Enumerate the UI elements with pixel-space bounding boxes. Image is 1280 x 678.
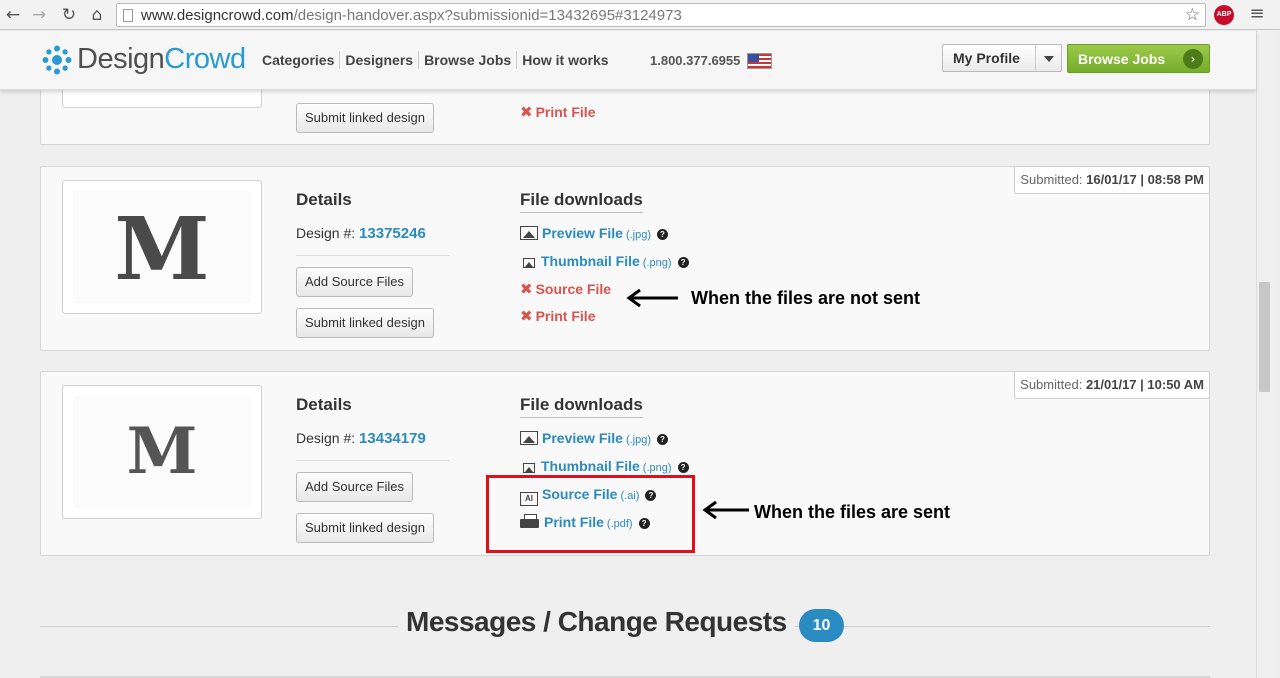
details-heading: Details [296,395,352,414]
add-source-files-button[interactable]: Add Source Files [296,472,413,502]
forward-icon[interactable]: → [28,4,50,26]
x-icon: ✖ [520,307,533,325]
help-icon[interactable]: ? [677,462,689,473]
adblock-icon[interactable]: ABP [1214,5,1234,25]
print-file-missing: ✖ Print File [520,103,596,121]
source-file-missing: ✖ Source File [520,280,612,298]
messages-count-badge: 10 [799,609,844,642]
back-icon[interactable]: ← [2,4,24,26]
image-icon [520,226,538,240]
us-flag-icon[interactable] [747,53,772,69]
thumbnail-file-link[interactable]: Thumbnail File (.png)? [520,458,689,474]
print-file-missing: ✖ Print File [520,307,596,325]
url-text: www.designcrowd.com/design-handover.aspx… [141,7,682,24]
nav-how-it-works[interactable]: How it works [517,51,613,69]
site-header: DesignCrowd Categories Designers Browse … [0,31,1256,90]
preview-file-link[interactable]: Preview File (.jpg)? [520,225,668,241]
nav-designers[interactable]: Designers [340,51,420,69]
help-icon[interactable]: ? [657,229,668,240]
design-number-link[interactable]: 13434179 [359,430,426,447]
annotation-not-sent: When the files are not sent [691,288,921,308]
logo-mark-icon [42,45,72,75]
divider [296,460,450,461]
help-icon[interactable]: ? [657,434,668,445]
browser-toolbar: ← → ↻ ⌂ www.designcrowd.com/design-hando… [0,0,1280,30]
home-icon[interactable]: ⌂ [86,4,108,26]
image-icon [520,431,538,445]
submit-linked-design-button[interactable]: Submit linked design [296,103,434,133]
divider [296,255,450,256]
preview-file-link[interactable]: Preview File (.jpg)? [520,430,668,446]
nav-categories[interactable]: Categories [257,51,341,69]
page-icon [123,9,133,22]
browser-menu-icon[interactable]: ≡ [1248,5,1266,23]
details-heading: Details [296,190,352,209]
thumbnail-file-link[interactable]: Thumbnail File (.png)? [520,253,689,269]
nav-browse-jobs[interactable]: Browse Jobs [419,51,518,69]
design-thumbnail[interactable]: M [62,385,262,519]
reload-icon[interactable]: ↻ [58,4,80,26]
bookmark-star-icon[interactable]: ☆ [1185,5,1200,25]
help-icon[interactable]: ? [677,257,689,268]
image-small-icon [523,258,535,268]
browse-jobs-button[interactable]: Browse Jobs › [1067,44,1210,73]
design-number-link[interactable]: 13375246 [359,225,426,242]
design-number-line: Design #: 13375246 [296,225,426,242]
main-nav: Categories Designers Browse Jobs How it … [257,51,614,69]
image-small-icon [523,463,535,473]
scrollbar-thumb[interactable] [1259,282,1270,392]
design-thumbnail[interactable]: M [62,180,262,314]
chevron-down-icon[interactable] [1035,45,1061,71]
messages-heading: Messages / Change Requests [398,606,795,638]
design-panel-13375246: Submitted: 16/01/17 | 08:58 PM M Details… [40,166,1210,351]
x-icon: ✖ [520,103,533,121]
arrow-right-icon: › [1183,49,1203,69]
annotation-arrow-icon [702,500,749,520]
add-source-files-button[interactable]: Add Source Files [296,267,413,297]
annotation-arrow-icon [626,288,678,308]
submit-linked-design-button[interactable]: Submit linked design [296,513,434,543]
submitted-badge: Submitted: 21/01/17 | 10:50 AM [1014,371,1210,399]
highlight-box [486,475,695,553]
thumbnail-letter: M [114,199,210,300]
thumbnail-letter: M [126,414,198,489]
x-icon: ✖ [520,280,533,298]
my-profile-button[interactable]: My Profile [942,44,1062,72]
file-downloads-heading: File downloads [520,190,643,213]
phone-number: 1.800.377.6955 [650,53,741,68]
file-downloads-heading: File downloads [520,395,643,418]
annotation-sent: When the files are sent [754,502,951,522]
submit-linked-design-button[interactable]: Submit linked design [296,308,434,338]
submitted-badge: Submitted: 16/01/17 | 08:58 PM [1014,166,1210,194]
design-number-line: Design #: 13434179 [296,430,426,447]
address-bar[interactable]: www.designcrowd.com/design-handover.aspx… [116,3,1206,27]
